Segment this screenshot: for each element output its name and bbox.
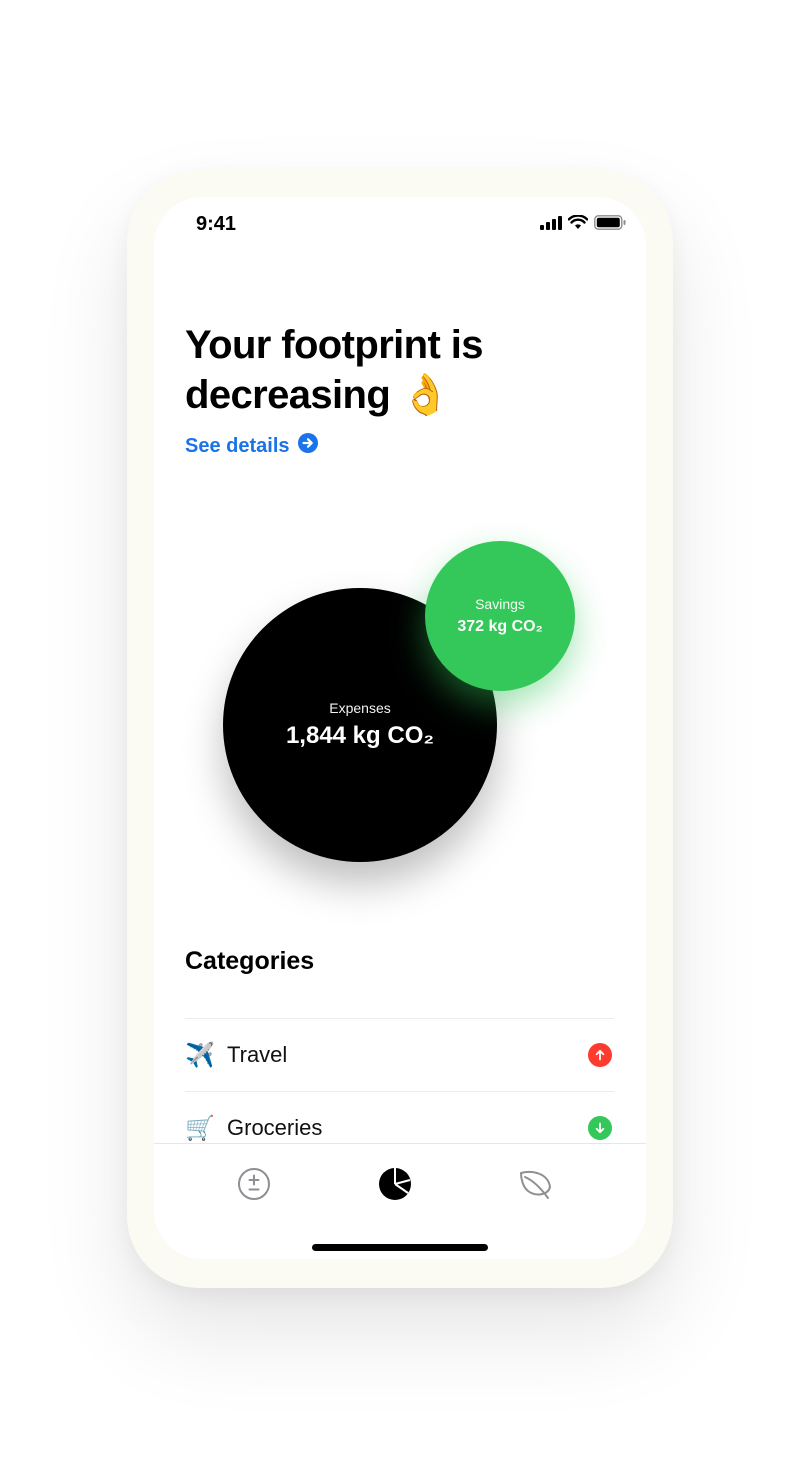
tab-overview[interactable] (375, 1166, 415, 1206)
arrow-right-circle-icon (297, 433, 318, 459)
home-indicator (312, 1244, 488, 1251)
tab-add-remove[interactable] (234, 1166, 274, 1206)
status-time: 9:41 (196, 213, 237, 235)
status-icons (540, 214, 626, 235)
savings-label: Savings (475, 596, 525, 612)
battery-icon (594, 215, 626, 235)
leaf-icon (518, 1167, 554, 1206)
pie-chart-icon (378, 1167, 412, 1206)
category-label: Travel (227, 1042, 288, 1067)
tab-bar (154, 1143, 646, 1259)
category-item-travel[interactable]: ✈️ Travel (185, 1018, 614, 1091)
plus-minus-icon (237, 1167, 271, 1206)
see-details-link[interactable]: See details (185, 433, 318, 459)
expenses-label: Expenses (329, 700, 391, 716)
savings-bubble[interactable]: Savings 372 kg CO₂ (425, 541, 575, 691)
title-line-2: decreasing (185, 373, 391, 417)
tab-savings[interactable] (516, 1166, 556, 1206)
expenses-value: 1,844 kg CO₂ (285, 722, 435, 749)
app-screen: 9:41 Your footprint is decreasing 👌 See … (154, 197, 646, 1259)
ok-hand-emoji-icon: 👌 (400, 373, 451, 417)
categories-heading: Categories (185, 947, 315, 975)
savings-value: 372 kg CO₂ (457, 618, 543, 635)
page-title: Your footprint is decreasing 👌 (185, 320, 615, 420)
arrow-up-icon (588, 1043, 612, 1067)
airplane-icon: ✈️ (185, 1041, 215, 1069)
title-line-1: Your footprint is (185, 323, 484, 367)
category-label: Groceries (227, 1115, 323, 1140)
cellular-signal-icon (540, 215, 562, 235)
wifi-icon (567, 214, 589, 235)
shopping-cart-icon: 🛒 (185, 1114, 215, 1142)
arrow-down-icon (588, 1116, 612, 1140)
see-details-label: See details (185, 434, 290, 457)
